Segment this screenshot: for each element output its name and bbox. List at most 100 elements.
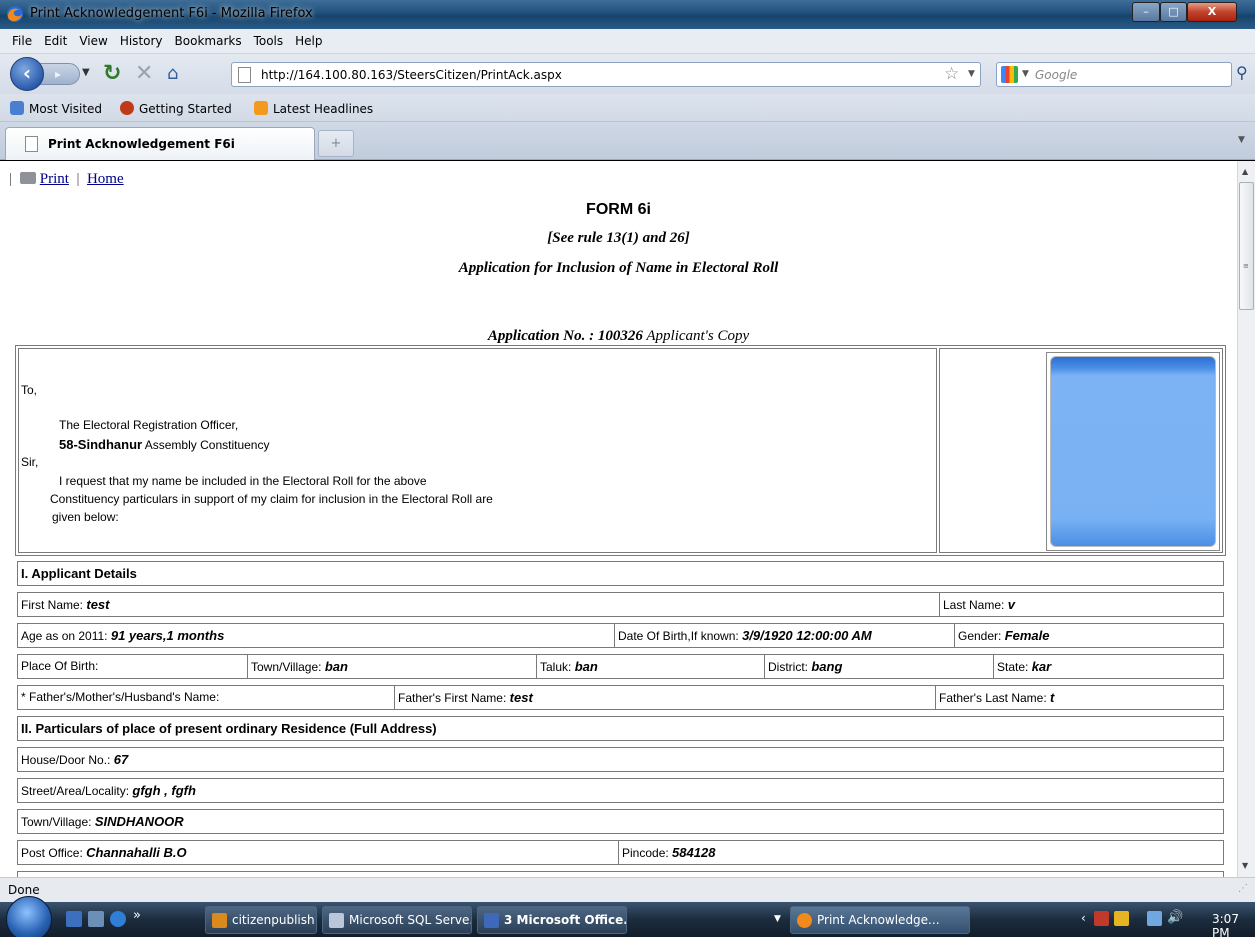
history-dropdown-icon[interactable]: ▼ xyxy=(82,67,90,78)
top-links: | Print | Home xyxy=(9,171,124,188)
photo-frame xyxy=(1046,352,1220,551)
menu-edit[interactable]: Edit xyxy=(38,29,73,53)
district-field: District: bang xyxy=(764,655,993,678)
letter-officer: The Electoral Registration Officer, xyxy=(59,418,239,432)
office-icon xyxy=(484,913,499,928)
taskbar-item[interactable]: citizenpublish (2) - ... xyxy=(205,906,317,934)
name-row: First Name: test Last Name: v xyxy=(17,592,1224,617)
clock[interactable]: 3:07 PM xyxy=(1212,912,1255,937)
quicklaunch-overflow-icon[interactable]: » xyxy=(133,908,141,923)
search-bar[interactable]: ▼ Google xyxy=(996,62,1232,87)
letter-cell: To, The Electoral Registration Officer, … xyxy=(18,348,937,553)
tray-app-icon[interactable] xyxy=(1094,911,1109,926)
section-title: I. Applicant Details xyxy=(21,566,137,581)
tab-print-acknowledgement[interactable]: Print Acknowledgement F6i xyxy=(5,127,315,160)
age-row: Age as on 2011: 91 years,1 months Date O… xyxy=(17,623,1224,648)
url-bar[interactable]: http://164.100.80.163/SteersCitizen/Prin… xyxy=(231,62,981,87)
taskbar-item-active[interactable]: Print Acknowledge... xyxy=(790,906,970,934)
relation-label: * Father's/Mother's/Husband's Name: xyxy=(21,690,220,704)
status-bar: Done ⋰ xyxy=(0,877,1255,902)
father-first-name-field: Father's First Name: test xyxy=(394,686,935,709)
home-link[interactable]: Home xyxy=(87,171,124,187)
page-icon xyxy=(238,67,251,83)
link-separator: | xyxy=(9,171,13,187)
new-tab-button[interactable]: + xyxy=(318,130,354,157)
page-content: | Print | Home FORM 6i [See rule 13(1) a… xyxy=(0,161,1237,877)
url-text[interactable]: http://164.100.80.163/SteersCitizen/Prin… xyxy=(261,68,562,82)
menu-history[interactable]: History xyxy=(114,29,169,53)
tab-strip: Print Acknowledgement F6i + ▼ xyxy=(0,122,1255,160)
taskbar: » citizenpublish (2) - ... Microsoft SQL… xyxy=(0,896,1255,937)
close-button[interactable]: X xyxy=(1187,2,1237,22)
letter-to: To, xyxy=(21,383,38,397)
folder-icon xyxy=(212,913,227,928)
vertical-scrollbar[interactable]: ▲ ≡ ▼ xyxy=(1237,161,1255,877)
letter-constituency: 58-Sindhanur Assembly Constituency xyxy=(59,437,270,452)
maximize-button[interactable]: □ xyxy=(1160,2,1187,22)
group-dropdown-icon[interactable]: ▼ xyxy=(774,914,781,924)
network-icon[interactable] xyxy=(1147,911,1162,926)
menu-bookmarks[interactable]: Bookmarks xyxy=(169,29,248,53)
residence-town-field: Town/Village: SINDHANOOR xyxy=(21,814,184,829)
search-icon[interactable]: ⚲ xyxy=(1236,63,1248,82)
bookmark-most-visited[interactable]: Most Visited xyxy=(10,101,102,116)
dob-field: Date Of Birth,If known: 3/9/1920 12:00:0… xyxy=(614,624,954,647)
scroll-up-icon[interactable]: ▲ xyxy=(1242,167,1248,176)
minimize-button[interactable]: – xyxy=(1132,2,1160,22)
menu-help[interactable]: Help xyxy=(289,29,328,53)
home-icon[interactable]: ⌂ xyxy=(167,63,178,84)
menu-tools[interactable]: Tools xyxy=(248,29,290,53)
navigation-toolbar: ▸ ‹ ▼ ↻ ✕ ⌂ http://164.100.80.163/Steers… xyxy=(0,54,1255,94)
first-name-field: First Name: test xyxy=(21,597,110,612)
url-dropdown-icon[interactable]: ▼ xyxy=(968,69,975,79)
tab-label: Print Acknowledgement F6i xyxy=(48,137,235,151)
stop-icon[interactable]: ✕ xyxy=(135,61,153,86)
tab-list-icon[interactable]: ▼ xyxy=(1238,135,1245,145)
bookmark-star-icon[interactable]: ☆ xyxy=(944,64,959,84)
bookmark-getting-started[interactable]: Getting Started xyxy=(120,101,232,116)
status-text: Done xyxy=(8,883,40,897)
post-office-row: Post Office: Channahalli B.O Pincode: 58… xyxy=(17,840,1224,865)
print-link[interactable]: Print xyxy=(40,171,69,187)
menu-bar: File Edit View History Bookmarks Tools Help xyxy=(0,29,1255,54)
switch-windows-icon[interactable] xyxy=(88,911,104,927)
internet-explorer-icon[interactable] xyxy=(110,911,126,927)
forward-button[interactable]: ▸ xyxy=(40,63,80,85)
tray-expand-icon[interactable]: ‹ xyxy=(1081,911,1086,925)
firefox-icon xyxy=(797,913,812,928)
section-header: II. Particulars of place of present ordi… xyxy=(17,716,1224,741)
taskbar-item[interactable]: Microsoft SQL Serve... xyxy=(322,906,472,934)
house-row: House/Door No.: 67 xyxy=(17,747,1224,772)
resize-grip-icon[interactable]: ⋰ xyxy=(1238,883,1248,894)
form-subtitle: Application for Inclusion of Name in Ele… xyxy=(458,260,779,276)
scroll-thumb[interactable]: ≡ xyxy=(1239,182,1254,310)
last-name-field: Last Name: v xyxy=(939,593,1223,616)
bookmarks-toolbar: Most Visited Getting Started Latest Head… xyxy=(0,94,1255,122)
taluk-field: Taluk: ban xyxy=(536,655,764,678)
reload-icon[interactable]: ↻ xyxy=(103,61,121,86)
taskbar-item[interactable]: 3 Microsoft Office... xyxy=(477,906,627,934)
back-button[interactable]: ‹ xyxy=(10,57,44,91)
getting-started-icon xyxy=(120,101,134,115)
state-field: State: kar xyxy=(993,655,1223,678)
security-icon[interactable] xyxy=(1114,911,1129,926)
scroll-down-icon[interactable]: ▼ xyxy=(1242,861,1248,870)
applicant-photo-placeholder xyxy=(1050,356,1216,547)
google-icon[interactable] xyxy=(1001,66,1018,83)
street-row: Street/Area/Locality: gfgh , fgfh xyxy=(17,778,1224,803)
page-icon xyxy=(25,136,38,152)
menu-view[interactable]: View xyxy=(73,29,113,53)
menu-file[interactable]: File xyxy=(0,29,38,53)
window-title: Print Acknowledgement F6i - Mozilla Fire… xyxy=(30,6,313,21)
start-button[interactable] xyxy=(6,896,52,937)
bookmark-latest-headlines[interactable]: Latest Headlines xyxy=(254,101,373,116)
search-engine-dropdown-icon[interactable]: ▼ xyxy=(1022,69,1029,79)
letter-sir: Sir, xyxy=(21,455,39,469)
volume-icon[interactable]: 🔊 xyxy=(1167,910,1183,925)
section-header: I. Applicant Details xyxy=(17,561,1224,586)
printer-icon[interactable] xyxy=(19,172,36,184)
form-rule: [See rule 13(1) and 26] xyxy=(547,230,690,246)
show-desktop-icon[interactable] xyxy=(66,911,82,927)
father-last-name-field: Father's Last Name: t xyxy=(935,686,1223,709)
search-placeholder[interactable]: Google xyxy=(1035,68,1077,82)
